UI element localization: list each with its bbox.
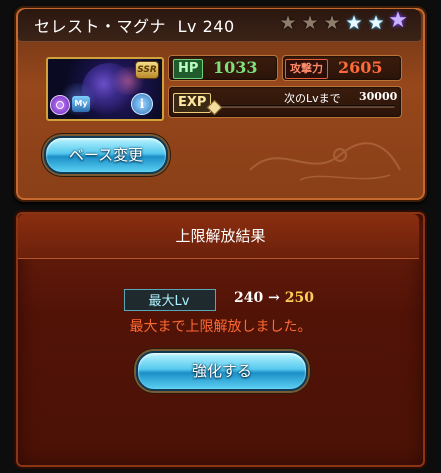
star-blue-icon: ★ [367,12,385,34]
star-purple-icon: ★ [388,8,408,33]
hp-value: 1033 [213,58,258,77]
exp-label: EXP [173,93,212,113]
info-icon[interactable]: i [131,93,153,115]
result-title: 上限解放結果 [175,227,266,245]
star-bronze-icon: ★ [279,12,297,34]
arrow-right-icon: → [268,290,280,306]
star-bronze-icon: ★ [323,12,341,34]
result-message: 最大まで上限解放しました。 [129,319,312,335]
new-level: 250 [284,290,314,306]
ornament-decoration [249,142,401,181]
hp-label: HP [173,59,204,79]
level-label: Lv [177,17,197,36]
attack-stat: 攻撃力 2605 [282,55,402,81]
attack-label: 攻撃力 [285,59,328,79]
next-level-label: 次のLvまで [284,92,341,105]
base-change-button[interactable]: ベース変更 [44,136,168,174]
dark-element-icon [50,95,70,115]
exp-stat: EXP 次のLvまで 30000 [168,86,402,118]
character-name-text: セレスト・マグナ [34,17,167,36]
rarity-badge: SSR [135,61,159,79]
hp-stat: HP 1033 [168,55,278,81]
character-name: セレスト・マグナ Lv 240 [34,13,235,37]
max-level-label: 最大Lv [148,294,190,309]
enhance-button[interactable]: 強化する [136,351,308,391]
next-level-value: 30000 [359,90,398,103]
exp-progress-bar [206,99,395,116]
old-level: 240 [234,290,264,306]
level-value: 240 [202,17,235,36]
star-blue-icon: ★ [345,12,363,34]
star-bronze-icon: ★ [301,12,319,34]
level-change: 240 → 250 [234,290,314,306]
type-badge: My [72,96,90,112]
attack-value: 2605 [338,58,383,77]
